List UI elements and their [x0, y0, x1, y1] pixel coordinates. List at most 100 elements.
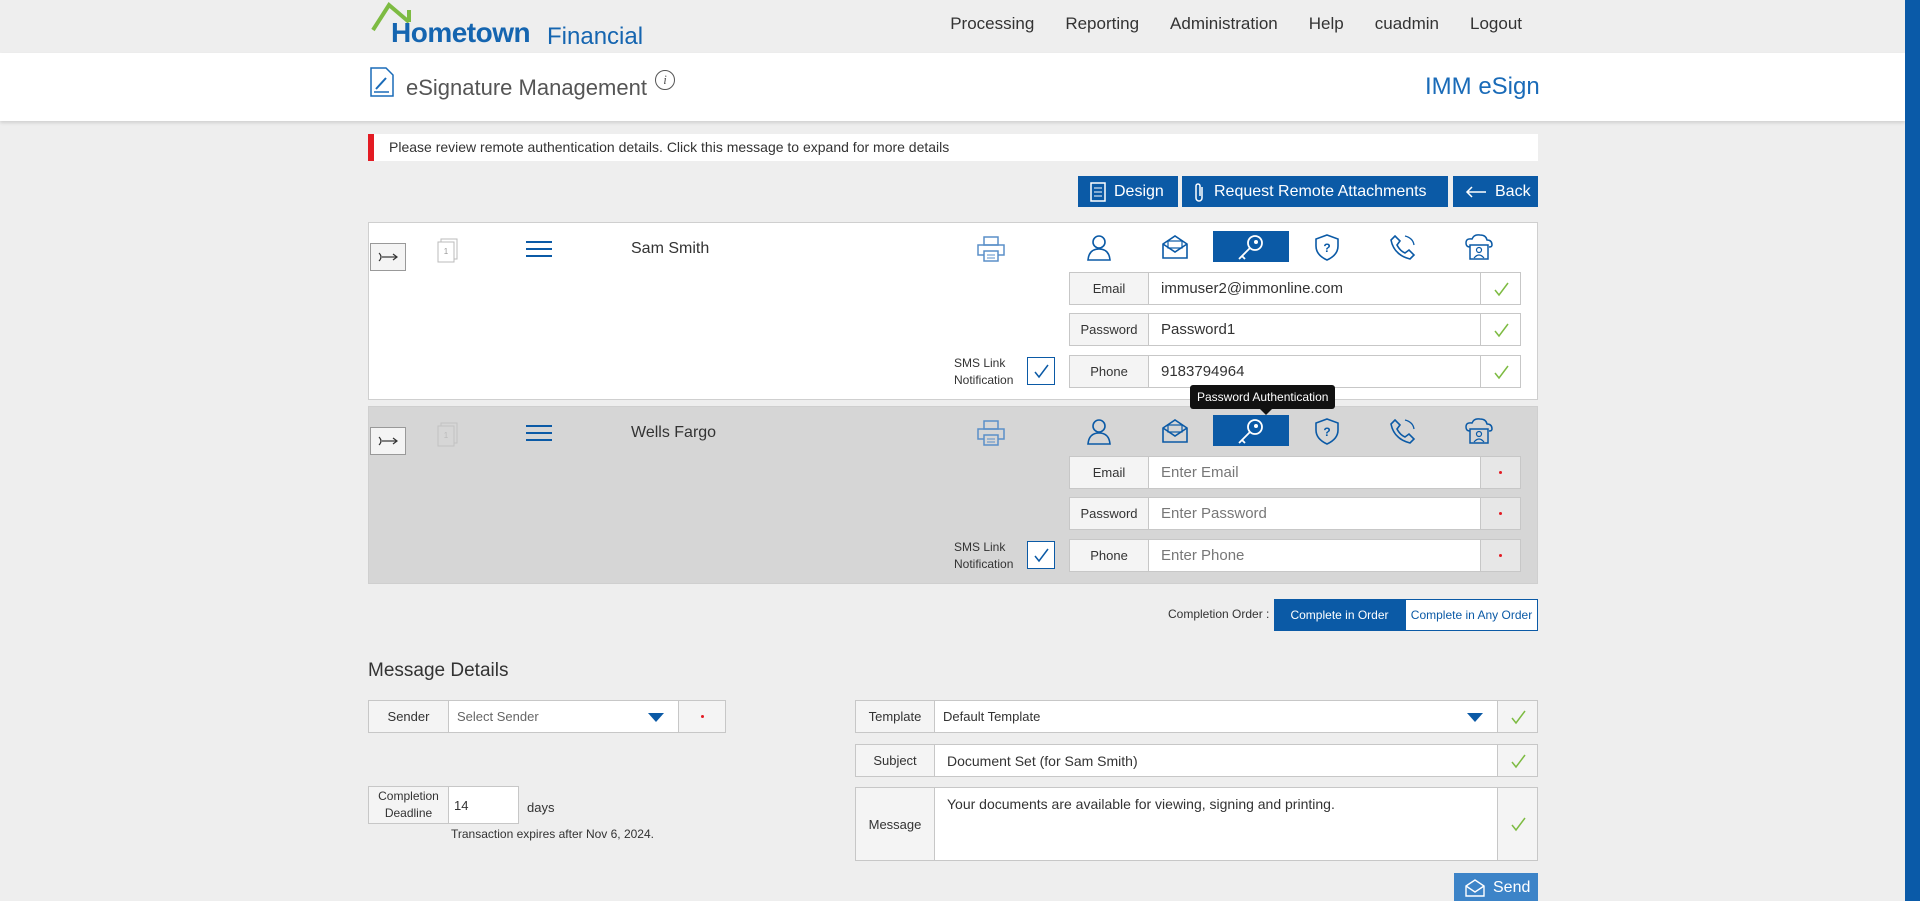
required-indicator — [1481, 456, 1521, 489]
completion-order-label: Completion Order : — [1168, 607, 1270, 621]
signer-name: Sam Smith — [631, 240, 710, 257]
nav-reporting[interactable]: Reporting — [1065, 14, 1139, 34]
deadline-label: Completion Deadline — [368, 786, 449, 824]
template-select[interactable]: Default Template — [935, 700, 1498, 733]
user-auth-icon[interactable] — [1061, 230, 1137, 264]
phone-input[interactable]: 9183794964 — [1149, 355, 1481, 388]
hamburger-menu-icon[interactable] — [525, 423, 553, 443]
printer-icon[interactable] — [977, 420, 1005, 446]
id-card-auth-icon[interactable] — [1441, 230, 1517, 264]
password-row: Password Password1 — [1069, 313, 1521, 346]
check-icon — [1498, 787, 1538, 861]
sms-label-line1: SMS Link — [954, 540, 1006, 554]
email-label: Email — [1069, 272, 1149, 305]
sms-notification-label: SMS Link Notification — [954, 539, 1013, 573]
sender-select[interactable]: Select Sender — [449, 700, 679, 733]
arrow-left-icon — [1465, 185, 1486, 198]
sms-notification-label: SMS Link Notification — [954, 355, 1013, 389]
sender-placeholder: Select Sender — [457, 709, 539, 724]
auth-method-bar: ? — [1061, 414, 1521, 448]
sms-label-line2: Notification — [954, 373, 1014, 387]
phone-input[interactable]: Enter Phone — [1149, 539, 1481, 572]
password-input[interactable]: Enter Password — [1149, 497, 1481, 530]
page-title: eSignature Management — [406, 75, 647, 100]
hometown-logo[interactable]: Hometown Financial — [369, 2, 643, 50]
checkmark-icon — [1034, 364, 1049, 379]
sms-notification-checkbox[interactable] — [1027, 541, 1055, 569]
nav-help[interactable]: Help — [1309, 14, 1344, 34]
password-input[interactable]: Password1 — [1149, 313, 1481, 346]
check-icon — [1498, 744, 1538, 777]
product-title: IMM eSign — [1425, 73, 1540, 100]
request-remote-attachments-button[interactable]: Request Remote Attachments — [1182, 176, 1448, 207]
hamburger-menu-icon[interactable] — [525, 239, 553, 259]
password-row: Password Enter Password — [1069, 497, 1521, 530]
password-key-auth-icon[interactable] — [1213, 231, 1289, 262]
email-auth-icon[interactable] — [1137, 230, 1213, 264]
phone-row: Phone 9183794964 — [1069, 355, 1521, 388]
required-indicator — [1481, 539, 1521, 572]
check-icon — [1481, 355, 1521, 388]
logo-text-light: Financial — [547, 23, 644, 50]
question-shield-auth-icon[interactable]: ? — [1289, 414, 1365, 448]
routing-button[interactable] — [370, 243, 406, 271]
scrollbar[interactable] — [1905, 0, 1920, 901]
message-details-title: Message Details — [368, 660, 509, 681]
nav-logout[interactable]: Logout — [1470, 14, 1522, 34]
question-shield-auth-icon[interactable]: ? — [1289, 230, 1365, 264]
nav-user[interactable]: cuadmin — [1375, 14, 1439, 34]
check-icon — [1481, 272, 1521, 305]
complete-any-order-button[interactable]: Complete in Any Order — [1405, 599, 1538, 631]
required-indicator — [679, 700, 726, 733]
phone-auth-icon[interactable] — [1365, 230, 1441, 264]
chevron-down-icon — [1467, 713, 1483, 722]
request-label: Request Remote Attachments — [1214, 183, 1427, 200]
authentication-alert[interactable]: Please review remote authentication deta… — [368, 134, 1538, 161]
sender-label: Sender — [368, 700, 449, 733]
sms-label-line1: SMS Link — [954, 356, 1006, 370]
subject-input[interactable]: Document Set (for Sam Smith) — [935, 744, 1498, 777]
subject-row: Subject Document Set (for Sam Smith) — [855, 744, 1538, 777]
user-auth-icon[interactable] — [1061, 414, 1137, 448]
phone-label: Phone — [1069, 539, 1149, 572]
email-input[interactable]: Enter Email — [1149, 456, 1481, 489]
printer-icon[interactable] — [977, 236, 1005, 262]
message-row: Message Your documents are available for… — [855, 787, 1538, 861]
email-input[interactable]: immuser2@immonline.com — [1149, 272, 1481, 305]
svg-text:?: ? — [1323, 241, 1330, 255]
phone-auth-icon[interactable] — [1365, 414, 1441, 448]
doc-count: 1 — [444, 431, 449, 440]
nav-administration[interactable]: Administration — [1170, 14, 1278, 34]
password-label: Password — [1069, 497, 1149, 530]
email-auth-icon[interactable] — [1137, 414, 1213, 448]
send-button[interactable]: Send — [1454, 873, 1538, 901]
route-arrow-icon — [378, 252, 398, 262]
sms-notification-checkbox[interactable] — [1027, 357, 1055, 385]
days-label: days — [527, 800, 555, 815]
email-label: Email — [1069, 456, 1149, 489]
send-label: Send — [1493, 879, 1531, 896]
svg-text:?: ? — [1323, 425, 1330, 439]
document-count-icon: 1 — [437, 422, 458, 447]
required-indicator — [1481, 497, 1521, 530]
deadline-input[interactable]: 14 — [449, 786, 519, 824]
phone-row: Phone Enter Phone — [1069, 539, 1521, 572]
id-card-auth-icon[interactable] — [1441, 414, 1517, 448]
document-count-icon: 1 — [437, 238, 458, 263]
auth-method-bar: ? — [1061, 230, 1521, 264]
sender-row: Sender Select Sender — [368, 700, 726, 733]
nav-processing[interactable]: Processing — [950, 14, 1034, 34]
top-bar: Hometown Financial Processing Reporting … — [0, 0, 1920, 53]
routing-button[interactable] — [370, 427, 406, 455]
email-row: Email immuser2@immonline.com — [1069, 272, 1521, 305]
template-row: Template Default Template — [855, 700, 1538, 733]
info-icon[interactable]: i — [655, 70, 675, 90]
password-key-auth-icon[interactable] — [1213, 415, 1289, 446]
expiration-note: Transaction expires after Nov 6, 2024. — [451, 827, 654, 841]
back-button[interactable]: Back — [1453, 176, 1538, 207]
back-label: Back — [1495, 183, 1531, 200]
complete-in-order-button[interactable]: Complete in Order — [1274, 599, 1405, 631]
design-button[interactable]: Design — [1078, 176, 1178, 207]
message-textarea[interactable]: Your documents are available for viewing… — [935, 787, 1498, 861]
chevron-down-icon — [648, 713, 664, 722]
